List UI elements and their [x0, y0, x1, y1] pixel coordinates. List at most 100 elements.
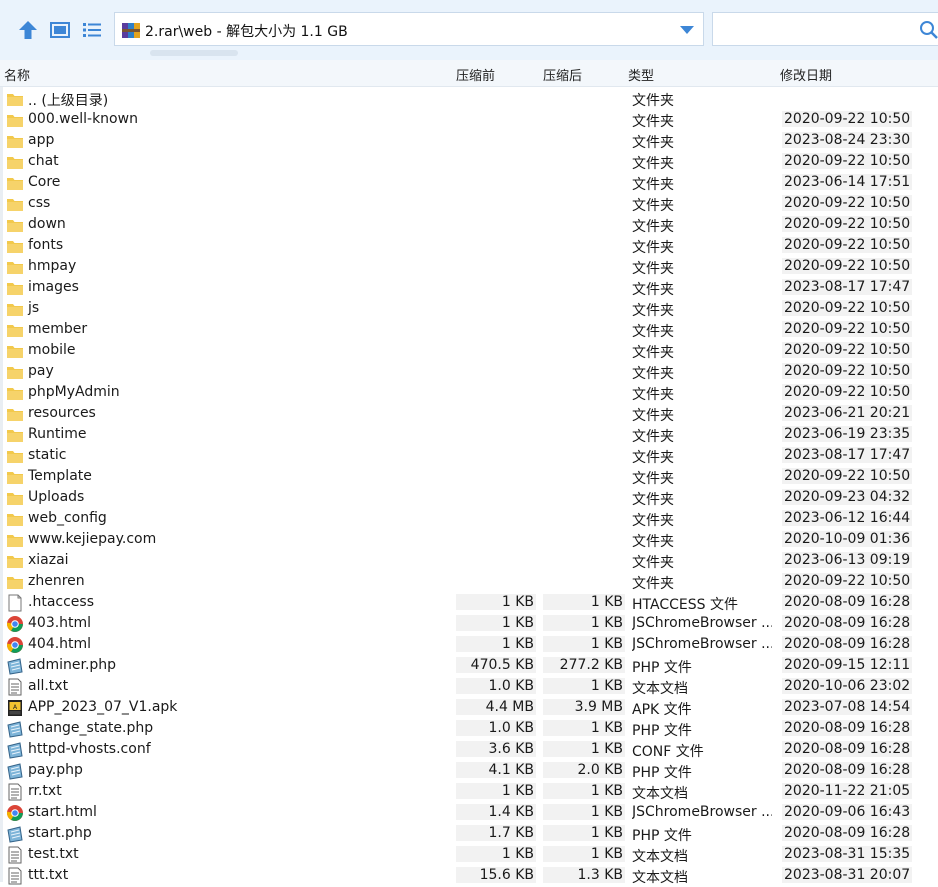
folder-row[interactable]: phpMyAdmin 文件夹 2020-09-22 10:50: [0, 382, 938, 403]
folder-row[interactable]: 000.well-known 文件夹 2020-09-22 10:50: [0, 109, 938, 130]
file-name: change_state.php: [28, 720, 154, 736]
file-type: 文件夹: [632, 324, 674, 340]
modified-date: 2020-09-22 10:50: [782, 237, 913, 253]
file-name: zhenren: [28, 573, 85, 589]
folder-row[interactable]: down 文件夹 2020-09-22 10:50: [0, 214, 938, 235]
folder-row[interactable]: .. (上级目录) 文件夹: [0, 88, 938, 109]
column-packed-size[interactable]: 压缩前: [456, 65, 495, 84]
file-type: 文本文档: [632, 786, 688, 802]
compressed-size: 1 KB: [543, 636, 625, 652]
folder-icon: [6, 300, 24, 318]
file-type: APK 文件: [632, 702, 692, 718]
modified-date: 2020-09-22 10:50: [782, 153, 913, 169]
file-row[interactable]: start.html 1.4 KB 1 KB JSChromeBrowser ... 2…: [0, 802, 938, 823]
file-name: js: [28, 300, 40, 316]
folder-icon: [6, 573, 24, 591]
file-row[interactable]: test.txt 1 KB 1 KB 文本文档 2023-08-31 15:35: [0, 844, 938, 865]
file-row[interactable]: change_state.php 1.0 KB 1 KB PHP 文件 2020-08-…: [0, 718, 938, 739]
file-row[interactable]: rr.txt 1 KB 1 KB 文本文档 2020-11-22 21:05: [0, 781, 938, 802]
modified-date: 2020-10-06 23:02: [782, 678, 913, 694]
file-name: app: [28, 132, 55, 148]
packed-size: 1 KB: [456, 846, 536, 862]
address-bar[interactable]: 2.rar\web - 解包大小为 1.1 GB: [114, 12, 704, 46]
arrow-up-icon: [19, 21, 37, 39]
folder-row[interactable]: fonts 文件夹 2020-09-22 10:50: [0, 235, 938, 256]
file-row[interactable]: 404.html 1 KB 1 KB JSChromeBrowser ... 2020-…: [0, 634, 938, 655]
file-name: pay: [28, 363, 54, 379]
address-scrollbar[interactable]: [150, 50, 238, 56]
search-icon[interactable]: [919, 20, 938, 40]
file-name: APP_2023_07_V1.apk: [28, 699, 178, 715]
file-type: 文件夹: [632, 345, 674, 361]
modified-date: 2020-09-22 10:50: [782, 258, 913, 274]
file-type: 文件夹: [632, 156, 674, 172]
column-type[interactable]: 类型: [628, 65, 654, 84]
folder-row[interactable]: xiazai 文件夹 2023-06-13 09:19: [0, 550, 938, 571]
file-row[interactable]: A APP_2023_07_V1.apk 4.4 MB 3.9 MB APK 文件 202…: [0, 697, 938, 718]
column-compressed-size[interactable]: 压缩后: [543, 65, 582, 84]
compressed-size: 1.3 KB: [543, 867, 625, 883]
address-path: 2.rar\web - 解包大小为 1.1 GB: [145, 24, 348, 40]
file-row[interactable]: adminer.php 470.5 KB 277.2 KB PHP 文件 2020-09…: [0, 655, 938, 676]
packed-size: 470.5 KB: [456, 657, 536, 673]
modified-date: 2020-09-22 10:50: [782, 195, 913, 211]
file-name: .htaccess: [28, 594, 94, 610]
folder-row[interactable]: static 文件夹 2023-08-17 17:47: [0, 445, 938, 466]
file-name: static: [28, 447, 67, 463]
file-type: JSChromeBrowser ...: [632, 615, 772, 631]
file-row[interactable]: ttt.txt 15.6 KB 1.3 KB 文本文档 2023-08-31 20:07: [0, 865, 938, 886]
folder-icon: [6, 405, 24, 423]
column-name[interactable]: 名称: [4, 65, 30, 84]
folder-row[interactable]: js 文件夹 2020-09-22 10:50: [0, 298, 938, 319]
file-name: member: [28, 321, 88, 337]
file-type: 文件夹: [632, 219, 674, 235]
file-row[interactable]: all.txt 1.0 KB 1 KB 文本文档 2020-10-06 23:02: [0, 676, 938, 697]
modified-date: 2020-09-22 10:50: [782, 342, 913, 358]
folder-row[interactable]: mobile 文件夹 2020-09-22 10:50: [0, 340, 938, 361]
folder-row[interactable]: css 文件夹 2020-09-22 10:50: [0, 193, 938, 214]
text-file-icon: [6, 846, 24, 864]
packed-size: 1.0 KB: [456, 678, 536, 694]
folder-row[interactable]: pay 文件夹 2020-09-22 10:50: [0, 361, 938, 382]
folder-row[interactable]: web_config 文件夹 2023-06-12 16:44: [0, 508, 938, 529]
folder-row[interactable]: images 文件夹 2023-08-17 17:47: [0, 277, 938, 298]
folder-row[interactable]: Runtime 文件夹 2023-06-19 23:35: [0, 424, 938, 445]
folder-icon: [6, 279, 24, 297]
compressed-size: 1 KB: [543, 804, 625, 820]
list-view-button[interactable]: [80, 18, 104, 42]
folder-row[interactable]: Template 文件夹 2020-09-22 10:50: [0, 466, 938, 487]
folder-row[interactable]: chat 文件夹 2020-09-22 10:50: [0, 151, 938, 172]
folder-icon: [6, 552, 24, 570]
file-name: test.txt: [28, 846, 79, 862]
modified-date: 2020-09-22 10:50: [782, 300, 913, 316]
file-type: 文件夹: [632, 114, 674, 130]
chevron-down-icon[interactable]: [677, 22, 697, 38]
folder-row[interactable]: zhenren 文件夹 2020-09-22 10:50: [0, 571, 938, 592]
folder-row[interactable]: member 文件夹 2020-09-22 10:50: [0, 319, 938, 340]
thumbnail-view-button[interactable]: [48, 18, 72, 42]
file-name: httpd-vhosts.conf: [28, 741, 151, 757]
modified-date: 2023-07-08 14:54: [782, 699, 913, 715]
apk-file-icon: A: [6, 699, 24, 717]
packed-size: 1.7 KB: [456, 825, 536, 841]
file-row[interactable]: 403.html 1 KB 1 KB JSChromeBrowser ... 2020-…: [0, 613, 938, 634]
compressed-size: 2.0 KB: [543, 762, 625, 778]
folder-row[interactable]: Uploads 文件夹 2020-09-23 04:32: [0, 487, 938, 508]
folder-row[interactable]: resources 文件夹 2023-06-21 20:21: [0, 403, 938, 424]
search-input[interactable]: [712, 12, 938, 46]
folder-row[interactable]: www.kejiepay.com 文件夹 2020-10-09 01:36: [0, 529, 938, 550]
up-folder-button[interactable]: [16, 18, 40, 42]
text-file-icon: [6, 678, 24, 696]
file-row[interactable]: .htaccess 1 KB 1 KB HTACCESS 文件 2020-08-09 1…: [0, 592, 938, 613]
folder-row[interactable]: Core 文件夹 2023-06-14 17:51: [0, 172, 938, 193]
file-row[interactable]: pay.php 4.1 KB 2.0 KB PHP 文件 2020-08-09 16:2…: [0, 760, 938, 781]
file-row[interactable]: httpd-vhosts.conf 3.6 KB 1 KB CONF 文件 2020-0…: [0, 739, 938, 760]
modified-date: 2020-08-09 16:28: [782, 762, 913, 778]
modified-date: 2023-06-14 17:51: [782, 174, 913, 190]
compressed-size: 1 KB: [543, 720, 625, 736]
column-modified-date[interactable]: 修改日期: [780, 65, 832, 84]
folder-row[interactable]: hmpay 文件夹 2020-09-22 10:50: [0, 256, 938, 277]
file-row[interactable]: start.php 1.7 KB 1 KB PHP 文件 2020-08-09 16:2…: [0, 823, 938, 844]
rar-archive-icon: [122, 23, 140, 38]
folder-row[interactable]: app 文件夹 2023-08-24 23:30: [0, 130, 938, 151]
